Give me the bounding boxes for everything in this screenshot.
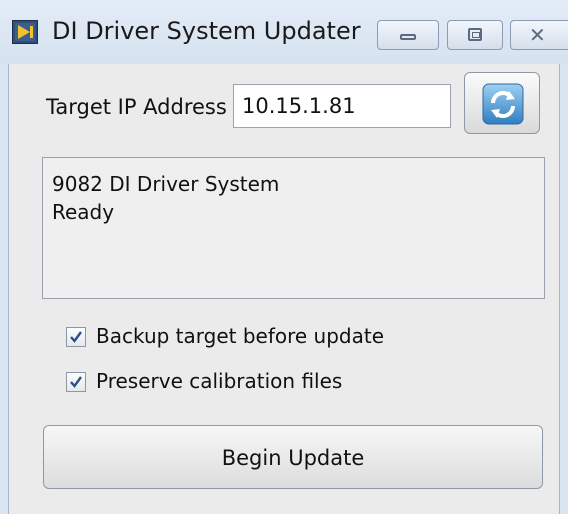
updater-window: DI Driver System Updater ✕ Target IP Add…	[0, 0, 568, 514]
preserve-checkbox-label: Preserve calibration files	[96, 369, 343, 393]
refresh-icon	[482, 83, 524, 125]
target-ip-input[interactable]	[233, 84, 451, 128]
check-icon	[70, 376, 82, 388]
title-bar[interactable]: DI Driver System Updater ✕	[0, 0, 568, 64]
labview-app-icon	[12, 20, 38, 44]
check-icon	[70, 331, 82, 343]
begin-update-button[interactable]: Begin Update	[43, 425, 543, 489]
window-title: DI Driver System Updater	[52, 17, 361, 45]
minimize-icon	[400, 34, 416, 40]
frame-left-edge	[0, 64, 8, 514]
minimize-button[interactable]	[377, 20, 439, 50]
close-icon: ✕	[529, 23, 546, 47]
refresh-button[interactable]	[464, 72, 540, 134]
backup-checkbox[interactable]	[66, 327, 86, 347]
backup-checkbox-label: Backup target before update	[96, 324, 385, 348]
status-line-system: 9082 DI Driver System	[52, 172, 280, 196]
frame-right-edge	[560, 64, 568, 514]
target-ip-label: Target IP Address	[46, 95, 227, 119]
maximize-icon	[468, 28, 482, 41]
preserve-checkbox[interactable]	[66, 372, 86, 392]
maximize-button[interactable]	[447, 20, 503, 50]
status-line-state: Ready	[52, 200, 115, 224]
status-display: 9082 DI Driver System Ready	[42, 157, 545, 299]
close-button[interactable]: ✕	[510, 20, 568, 50]
